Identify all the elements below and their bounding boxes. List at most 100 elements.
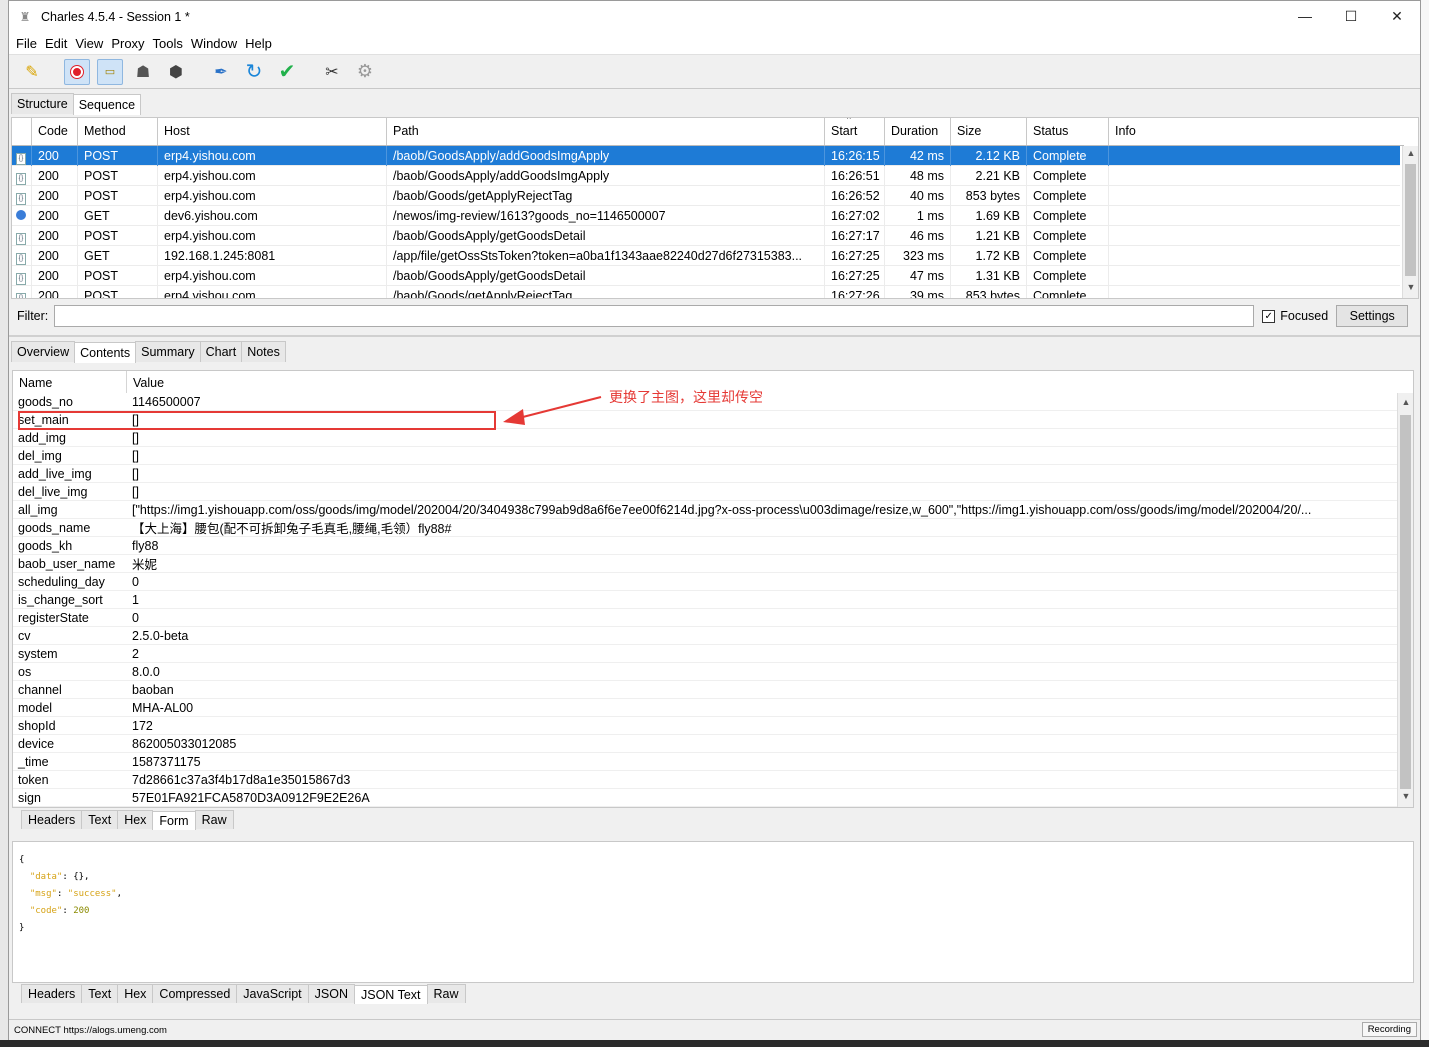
tab-request-form[interactable]: Form (152, 811, 196, 830)
tab-contents[interactable]: Contents (74, 342, 137, 363)
col-code[interactable]: Code (32, 118, 78, 145)
table-row[interactable]: device 862005033012085 (13, 735, 1413, 753)
scroll-down-icon[interactable]: ▼ (1403, 282, 1418, 296)
param-value: 8.0.0 (132, 664, 160, 679)
menu-edit[interactable]: Edit (45, 36, 67, 51)
table-row[interactable]: {} 200 POST erp4.yishou.com /baob/GoodsA… (12, 165, 1400, 186)
tab-response-javascript[interactable]: JavaScript (236, 984, 309, 1003)
broom-clear-icon[interactable]: ✎ (19, 59, 45, 85)
tab-response-text[interactable]: Text (81, 984, 119, 1003)
table-row[interactable]: del_img [] (13, 447, 1413, 465)
table-row[interactable]: goods_name 【大上海】腰包(配不可拆卸兔子毛真毛,腰绳,毛领）fly88… (13, 519, 1413, 537)
tab-request-text[interactable]: Text (81, 810, 119, 829)
menu-tools[interactable]: Tools (153, 36, 183, 51)
table-row[interactable]: scheduling_day 0 (13, 573, 1413, 591)
col-status[interactable]: Status (1027, 118, 1109, 145)
param-value: 【大上海】腰包(配不可拆卸兔子毛真毛,腰绳,毛领）fly88# (132, 522, 452, 536)
table-row[interactable]: is_change_sort 1 (13, 591, 1413, 609)
menu-view[interactable]: View (75, 36, 103, 51)
table-row[interactable]: _time 1587371175 (13, 753, 1413, 771)
table-row[interactable]: del_live_img [] (13, 483, 1413, 501)
settings-button[interactable]: Settings (1336, 305, 1409, 327)
table-row[interactable]: {} 200 GET 192.168.1.245:8081 /app/file/… (12, 245, 1400, 266)
table-row[interactable]: os 8.0.0 (13, 663, 1413, 681)
table-row[interactable]: goods_kh fly88 (13, 537, 1413, 555)
table-row[interactable]: cv 2.5.0-beta (13, 627, 1413, 645)
tab-request-headers[interactable]: Headers (21, 810, 83, 829)
scroll-down-icon[interactable]: ▼ (1398, 791, 1413, 805)
table-row[interactable]: {} 200 POST erp4.yishou.com /baob/GoodsA… (12, 225, 1400, 246)
col-size[interactable]: Size (951, 118, 1027, 145)
tab-notes[interactable]: Notes (241, 341, 286, 362)
tab-sequence[interactable]: Sequence (72, 94, 142, 115)
repeat-refresh-icon[interactable]: ↻ (241, 59, 267, 85)
maximize-button[interactable]: ☐ (1328, 1, 1374, 31)
scroll-thumb[interactable] (1405, 164, 1416, 276)
tab-response-compressed[interactable]: Compressed (152, 984, 238, 1003)
table-row[interactable]: add_live_img [] (13, 465, 1413, 483)
settings-gear-icon[interactable]: ⚙ (352, 59, 378, 85)
tab-request-raw[interactable]: Raw (194, 810, 234, 829)
close-button[interactable]: ✕ (1374, 1, 1420, 31)
col-start[interactable]: Start ^ (825, 118, 885, 145)
tab-response-json-text[interactable]: JSON Text (354, 985, 428, 1004)
table-row[interactable]: baob_user_name 米妮 (13, 555, 1413, 573)
table-row[interactable]: system 2 (13, 645, 1413, 663)
menu-file[interactable]: File (16, 36, 37, 51)
table-row[interactable]: all_img ["https://img1.yishouapp.com/oss/… (13, 501, 1413, 519)
throttle-icon[interactable]: ▭ (97, 58, 123, 85)
tab-response-headers[interactable]: Headers (21, 984, 83, 1003)
col-name[interactable]: Name (13, 371, 127, 393)
table-row[interactable]: 200 GET dev6.yishou.com /newos/img-revie… (12, 205, 1400, 226)
col-duration[interactable]: Duration (885, 118, 951, 145)
table-row[interactable]: channel baoban (13, 681, 1413, 699)
table-row[interactable]: {} 200 POST erp4.yishou.com /baob/GoodsA… (12, 145, 1400, 166)
filter-input[interactable] (54, 305, 1255, 327)
tools-icon[interactable]: ✂ (319, 59, 345, 85)
table-row[interactable]: model MHA-AL00 (13, 699, 1413, 717)
table-row[interactable]: shopId 172 (13, 717, 1413, 735)
form-scrollbar[interactable]: ▲ ▼ (1397, 393, 1413, 807)
table-row[interactable]: add_img [] (13, 429, 1413, 447)
tab-summary[interactable]: Summary (135, 341, 201, 362)
col-host[interactable]: Host (158, 118, 387, 145)
tab-chart[interactable]: Chart (199, 341, 243, 362)
recording-badge[interactable]: Recording (1361, 1022, 1417, 1037)
response-json-text[interactable]: { "data": {}, "msg": "success", "code": … (12, 841, 1414, 983)
status-bar: CONNECT https://alogs.umeng.com Recordin… (9, 1019, 1420, 1040)
scroll-up-icon[interactable]: ▲ (1398, 397, 1413, 411)
table-row[interactable]: registerState 0 (13, 609, 1413, 627)
cell-method: POST (78, 225, 158, 246)
table-row[interactable]: {} 200 POST erp4.yishou.com /baob/Goods/… (12, 185, 1400, 206)
record-icon[interactable] (64, 58, 90, 85)
turtle-icon[interactable]: ☗ (130, 59, 156, 85)
tab-request-hex[interactable]: Hex (117, 810, 154, 829)
tab-response-json[interactable]: JSON (307, 984, 355, 1003)
focused-checkbox-group[interactable]: ✓ Focused (1262, 309, 1328, 323)
param-name: is_change_sort (18, 592, 103, 607)
minimize-button[interactable]: — (1282, 1, 1328, 31)
table-row[interactable]: sign 57E01FA921FCA5870D3A0912F9E2E26A (13, 789, 1413, 807)
tab-overview[interactable]: Overview (11, 341, 76, 362)
table-row[interactable]: token 7d28661c37a3f4b17d8a1e35015867d3 (13, 771, 1413, 789)
col-path[interactable]: Path (387, 118, 825, 145)
table-row[interactable]: {} 200 POST erp4.yishou.com /baob/Goods/… (12, 285, 1400, 298)
focused-checkbox[interactable]: ✓ (1262, 309, 1276, 323)
breakpoint-hexagon-icon[interactable]: ⬢ (163, 59, 189, 85)
compose-pen-icon[interactable]: ✒ (208, 59, 234, 85)
table-row[interactable]: {} 200 POST erp4.yishou.com /baob/GoodsA… (12, 265, 1400, 286)
sequence-scrollbar[interactable]: ▲ ▼ (1402, 146, 1418, 298)
menu-window[interactable]: Window (191, 36, 237, 51)
menu-proxy[interactable]: Proxy (111, 36, 144, 51)
split-divider[interactable] (9, 335, 1420, 337)
tab-response-raw[interactable]: Raw (426, 984, 466, 1003)
col-info[interactable]: Info (1109, 118, 1399, 145)
scroll-up-icon[interactable]: ▲ (1403, 148, 1418, 162)
col-method[interactable]: Method (78, 118, 158, 145)
menu-help[interactable]: Help (245, 36, 272, 51)
tab-structure[interactable]: Structure (11, 93, 74, 114)
scroll-thumb[interactable] (1400, 415, 1411, 789)
validate-check-icon[interactable]: ✔ (274, 59, 300, 85)
col-start-label: Start (831, 124, 858, 138)
tab-response-hex[interactable]: Hex (117, 984, 154, 1003)
